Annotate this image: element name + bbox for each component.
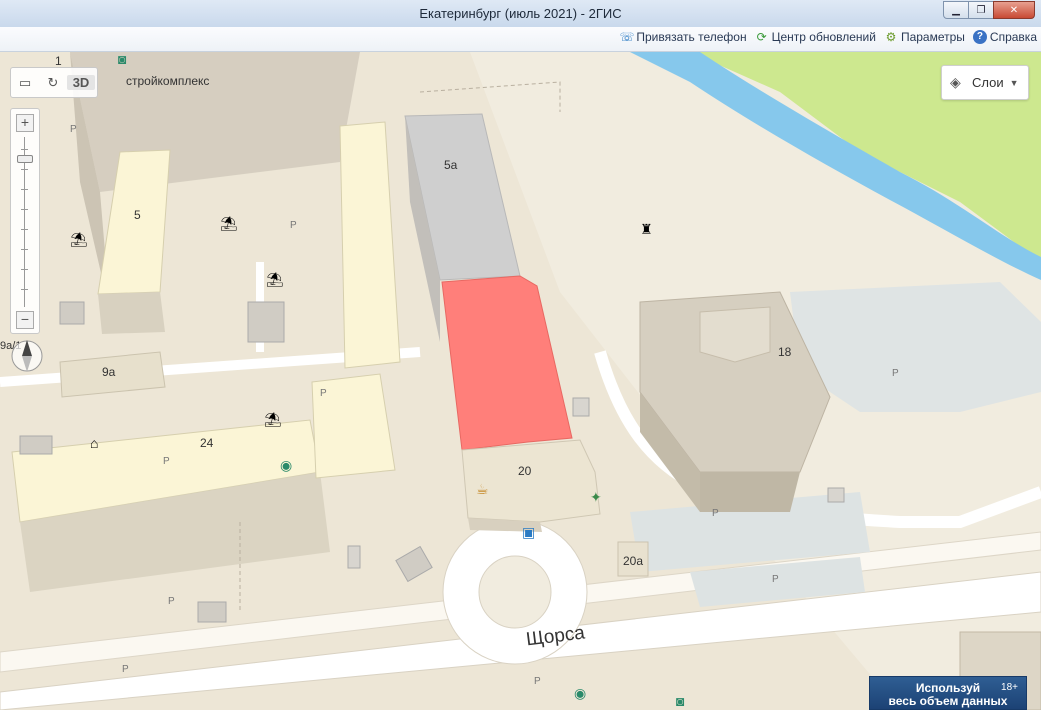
building-small-3 <box>19 435 53 455</box>
building-number-1: 1 <box>55 54 62 68</box>
playground-icon[interactable]: ⛱ <box>220 216 238 230</box>
building-small-2 <box>59 301 85 325</box>
refresh-icon: ⟳ <box>756 30 767 44</box>
label-stroykompleks: стройкомплекс <box>126 74 210 88</box>
update-center-button[interactable]: ⟳ Центр обновлений <box>755 30 876 44</box>
restore-button[interactable]: ❐ <box>968 1 994 19</box>
building-small-1 <box>247 301 285 343</box>
promo-banner[interactable]: Используй весь объем данных 18+ <box>869 676 1027 710</box>
3d-toggle-button[interactable]: 3D <box>67 75 95 90</box>
zoom-tick <box>21 149 28 150</box>
roundabout-center <box>478 555 552 629</box>
building-small-7 <box>347 545 361 569</box>
building-small-5 <box>197 601 227 623</box>
parking-label: P <box>168 596 175 607</box>
parking-label: P <box>712 508 719 519</box>
parking-label: P <box>70 124 77 135</box>
parking-label: P <box>892 368 899 379</box>
parking-label: P <box>163 456 170 467</box>
monument-icon[interactable]: ♜ <box>640 222 653 236</box>
age-badge: 18+ <box>1001 682 1018 693</box>
zoom-tick <box>21 249 28 250</box>
zoom-out-button[interactable]: − <box>16 311 34 329</box>
settings-button[interactable]: ⚙ Параметры <box>884 30 965 44</box>
window-title: Екатеринбург (июль 2021) - 2ГИС <box>419 6 622 21</box>
zoom-in-button[interactable]: + <box>16 114 34 132</box>
link-phone-button[interactable]: ☏ Привязать телефон <box>619 30 746 44</box>
ruler-icon[interactable]: ▭ <box>11 75 39 91</box>
map-canvas[interactable]: 1 стройкомплекс 5а 5 9а 24 20 20а 18 Щор… <box>0 52 1041 710</box>
zoom-tick <box>21 229 28 230</box>
layers-button[interactable]: ◈ Слои ▼ <box>941 65 1029 100</box>
building-5-wall <box>98 292 165 334</box>
restaurant-icon[interactable]: ✦ <box>590 490 602 504</box>
building-small-8 <box>827 487 845 503</box>
playground-icon[interactable]: ⛱ <box>266 272 284 286</box>
minimize-button[interactable]: ▁ <box>943 1 969 19</box>
rotate-icon[interactable]: ↻ <box>39 75 67 91</box>
building-18-front <box>700 472 800 512</box>
settings-label: Параметры <box>900 30 965 44</box>
building-label-20[interactable]: 20 <box>518 464 531 478</box>
bus-stop-icon[interactable]: ▣ <box>522 525 535 539</box>
building-label-18[interactable]: 18 <box>778 345 791 359</box>
building-18-upper <box>699 306 771 363</box>
layers-icon: ◈ <box>950 74 961 90</box>
toolbar: ☏ Привязать телефон ⟳ Центр обновлений ⚙… <box>0 27 1041 52</box>
chevron-down-icon: ▼ <box>1009 77 1019 88</box>
building-small-6 <box>572 397 590 417</box>
link-phone-label: Привязать телефон <box>636 30 747 44</box>
shop-icon[interactable]: ◙ <box>676 694 684 708</box>
zoom-tick <box>21 169 28 170</box>
help-icon: ? <box>972 30 987 44</box>
layers-label: Слои <box>972 75 1004 90</box>
parking-label: P <box>290 220 297 231</box>
compass-icon[interactable] <box>10 334 44 374</box>
help-label: Справка <box>989 30 1037 44</box>
help-button[interactable]: ? Справка <box>972 30 1037 44</box>
parking-label: P <box>772 574 779 585</box>
parking-label: P <box>122 664 129 675</box>
building-label-5a[interactable]: 5а <box>444 158 457 172</box>
zoom-tick <box>21 269 28 270</box>
building-label-5[interactable]: 5 <box>134 208 141 222</box>
building-store-icon[interactable]: ◙ <box>118 52 126 66</box>
playground-icon[interactable]: ⛱ <box>264 412 282 426</box>
title-bar: Екатеринбург (июль 2021) - 2ГИС ▁ ❐ ✕ <box>0 0 1041 28</box>
building-label-24[interactable]: 24 <box>200 436 213 450</box>
window-controls: ▁ ❐ ✕ <box>943 1 1035 19</box>
map-drawing <box>0 52 1041 710</box>
hotel-icon[interactable]: ◉ <box>280 458 292 472</box>
bench-icon[interactable]: ⌂ <box>90 436 98 450</box>
promo-line-2: весь объем данных <box>888 694 1008 708</box>
update-center-label: Центр обновлений <box>771 30 876 44</box>
playground-icon[interactable]: ⛱ <box>70 232 88 246</box>
zoom-tick <box>21 289 28 290</box>
cafe-icon[interactable]: ☕ <box>476 482 489 496</box>
map-tools-panel: ▭ ↻ 3D <box>10 67 98 98</box>
zoom-control: + − <box>10 108 40 334</box>
gear-icon: ⚙ <box>885 30 897 44</box>
building-label-9a[interactable]: 9а <box>102 365 115 379</box>
zoom-slider-thumb[interactable] <box>17 155 33 163</box>
zoom-tick <box>21 189 28 190</box>
pharmacy-icon[interactable]: ◉ <box>574 686 586 700</box>
parking-label: P <box>320 388 327 399</box>
parking-label: P <box>534 676 541 687</box>
close-button[interactable]: ✕ <box>993 1 1035 19</box>
zoom-tick <box>21 209 28 210</box>
building-label-20a[interactable]: 20а <box>623 554 643 568</box>
phone-icon: ☏ <box>619 30 635 44</box>
